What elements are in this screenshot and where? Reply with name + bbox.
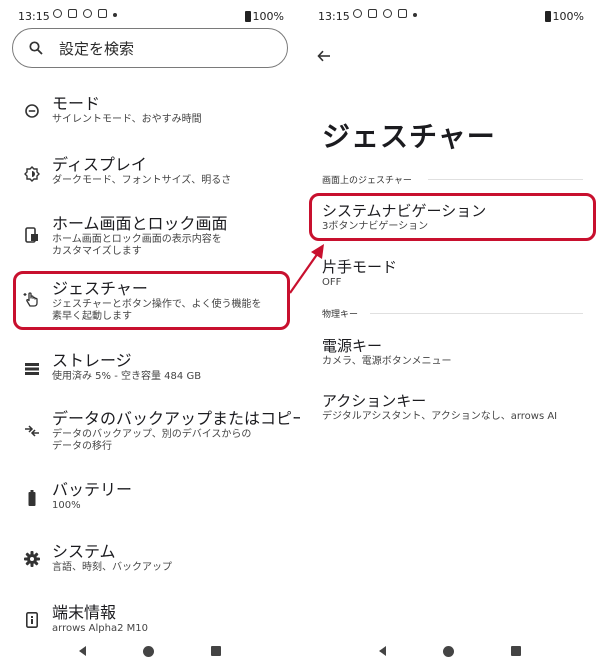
status-icons <box>353 9 417 18</box>
status-battery: 100% <box>544 10 584 23</box>
nav-home-icon[interactable] <box>442 645 454 657</box>
section-header-on-screen-gestures: 画面上のジェスチャー <box>322 176 412 186</box>
wifi-status-icon <box>83 9 92 18</box>
settings-item-title: ホーム画面とロック画面 <box>52 214 228 233</box>
settings-item-subtitle: 100% <box>52 500 81 511</box>
storage-icon <box>23 360 41 378</box>
sim-status-icon <box>368 9 377 18</box>
back-arrow-button[interactable] <box>312 44 336 68</box>
highlight-box-gestures <box>13 271 290 330</box>
settings-item-device-info[interactable]: 端末情報 arrows Alpha2 M10 <box>0 603 300 637</box>
settings-item-text: ストレージ 使用済み 5% - 空き容量 484 GB <box>52 351 201 383</box>
battery-status-icon <box>244 11 251 22</box>
section-divider <box>370 313 583 314</box>
back-arrow-icon <box>317 50 330 62</box>
settings-status-icon <box>53 9 62 18</box>
settings-item-subtitle: ホーム画面とロック画面の表示内容を カスタマイズします <box>52 234 222 257</box>
settings-item-text: システム 言語、時刻、バックアップ <box>52 542 172 574</box>
gesture-item-one-handed-mode[interactable]: 片手モード OFF <box>322 258 397 289</box>
settings-item-subtitle: 使用済み 5% - 空き容量 484 GB <box>52 371 202 382</box>
settings-item-storage[interactable]: ストレージ 使用済み 5% - 空き容量 484 GB <box>0 351 300 391</box>
mode-icon <box>23 102 41 120</box>
settings-item-backup[interactable]: データのバックアップまたはコピー データのバックアップ、別のデバイスからの デー… <box>0 409 300 459</box>
settings-item-text: バッテリー 100% <box>52 480 132 512</box>
settings-screen: 13:15 100% 設定を検索 モード サイレントモード、おやすみ時間 ディス… <box>0 0 300 668</box>
shield-status-icon <box>98 9 107 18</box>
battery-status-icon <box>544 11 551 22</box>
nav-bar <box>0 634 300 668</box>
settings-item-text: モード サイレントモード、おやすみ時間 <box>52 94 202 126</box>
settings-item-home-lock[interactable]: ホーム画面とロック画面 ホーム画面とロック画面の表示内容を カスタマイズします <box>0 214 300 264</box>
settings-item-subtitle: データのバックアップ、別のデバイスからの データの移行 <box>52 429 252 452</box>
battery-percent: 100% <box>252 10 284 23</box>
gesture-item-power-key[interactable]: 電源キー カメラ、電源ボタンメニュー <box>322 337 452 368</box>
section-divider <box>428 179 583 180</box>
system-gear-icon <box>23 550 41 568</box>
settings-item-text: データのバックアップまたはコピー データのバックアップ、別のデバイスからの デー… <box>52 409 300 453</box>
settings-status-icon <box>353 9 362 18</box>
section-header-physical-keys: 物理キー <box>322 310 359 320</box>
wifi-status-icon <box>383 9 392 18</box>
nav-home-icon[interactable] <box>142 645 154 657</box>
status-time: 13:15 <box>318 10 350 23</box>
backup-icon <box>23 422 41 440</box>
highlight-box-system-navigation <box>309 193 596 241</box>
settings-item-title: データのバックアップまたはコピー <box>52 409 300 428</box>
settings-item-battery[interactable]: バッテリー 100% <box>0 480 300 520</box>
settings-item-title: ディスプレイ <box>52 155 147 174</box>
settings-item-title: ストレージ <box>52 351 132 370</box>
display-icon <box>23 165 41 183</box>
gesture-item-subtitle: カメラ、電源ボタンメニュー <box>322 356 452 367</box>
settings-item-subtitle: ダークモード、フォントサイズ、明るさ <box>52 175 232 186</box>
device-info-icon <box>23 611 41 629</box>
settings-item-system[interactable]: システム 言語、時刻、バックアップ <box>0 542 300 582</box>
status-battery: 100% <box>244 10 284 23</box>
notification-dot-icon <box>413 12 417 17</box>
gesture-item-title: 片手モード <box>322 258 398 276</box>
sim-status-icon <box>68 9 77 18</box>
settings-item-text: ホーム画面とロック画面 ホーム画面とロック画面の表示内容を カスタマイズします <box>52 214 228 258</box>
nav-bar <box>300 634 600 668</box>
settings-item-text: 端末情報 arrows Alpha2 M10 <box>52 603 148 635</box>
gesture-item-title: 電源キー <box>322 337 383 355</box>
status-bar: 13:15 100% <box>300 0 600 30</box>
status-time: 13:15 <box>18 10 50 23</box>
settings-item-title: バッテリー <box>52 480 133 499</box>
notification-dot-icon <box>113 12 117 17</box>
settings-item-title: 端末情報 <box>52 603 117 622</box>
search-icon <box>29 41 43 55</box>
settings-item-title: システム <box>52 542 116 561</box>
search-placeholder: 設定を検索 <box>59 39 135 58</box>
settings-item-text: ディスプレイ ダークモード、フォントサイズ、明るさ <box>52 155 231 187</box>
gesture-item-action-key[interactable]: アクションキー デジタルアシスタント、アクションなし、arrows AI <box>322 392 557 423</box>
gesture-item-title: アクションキー <box>322 392 427 410</box>
battery-percent: 100% <box>552 10 584 23</box>
gesture-item-subtitle: デジタルアシスタント、アクションなし、arrows AI <box>322 411 558 422</box>
shield-status-icon <box>398 9 407 18</box>
gestures-screen: 13:15 100% ジェスチャー 画面上のジェスチャー システムナビゲーション… <box>300 0 600 668</box>
nav-recents-icon[interactable] <box>211 646 222 656</box>
nav-recents-icon[interactable] <box>511 646 522 656</box>
settings-item-subtitle: 言語、時刻、バックアップ <box>52 562 172 573</box>
page-title: ジェスチャー <box>322 120 496 153</box>
battery-icon <box>23 489 41 507</box>
home-lock-icon <box>23 226 41 244</box>
settings-item-title: モード <box>52 94 101 113</box>
settings-item-subtitle: サイレントモード、おやすみ時間 <box>52 114 202 125</box>
settings-item-display[interactable]: ディスプレイ ダークモード、フォントサイズ、明るさ <box>0 155 300 195</box>
gesture-item-subtitle: OFF <box>322 277 342 288</box>
nav-back-icon[interactable] <box>78 646 86 656</box>
search-bar[interactable]: 設定を検索 <box>12 28 288 68</box>
status-icons <box>53 9 117 18</box>
status-bar: 13:15 100% <box>0 0 300 30</box>
settings-item-mode[interactable]: モード サイレントモード、おやすみ時間 <box>0 94 300 134</box>
nav-back-icon[interactable] <box>378 646 386 656</box>
